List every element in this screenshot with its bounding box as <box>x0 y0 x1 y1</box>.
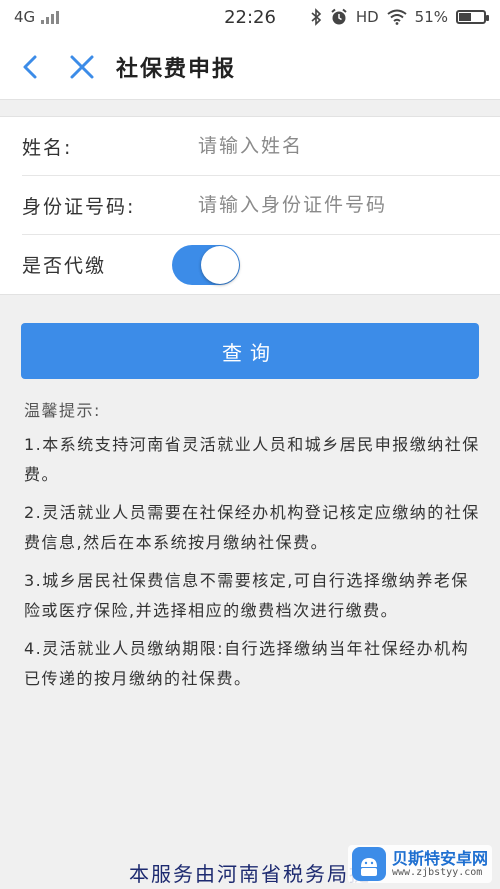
id-label: 身份证号码: <box>22 195 136 218</box>
battery-fill <box>459 13 471 21</box>
watermark-logo-icon <box>351 847 386 881</box>
alarm-icon <box>331 8 347 25</box>
watermark-text: 贝斯特安卓网 www.zjbstyy.com <box>392 850 488 879</box>
watermark-url: www.zjbstyy.com <box>391 867 483 879</box>
watermark-name: 贝斯特安卓网 <box>391 848 488 868</box>
proxy-payment-toggle[interactable] <box>172 244 240 285</box>
status-right: HD 51% <box>310 8 489 26</box>
bluetooth-icon <box>311 8 321 26</box>
battery-percent: 51% <box>414 8 448 26</box>
tip-item: 2.灵活就业人员需要在社保经办机构登记核定应缴纳的社保费信息,然后在本系统按月缴… <box>24 503 480 552</box>
wifi-icon <box>387 9 407 25</box>
status-time: 22:26 <box>224 6 276 28</box>
page-title: 社保费申报 <box>116 56 237 82</box>
status-bar: 4G 22:26 HD 51% <box>0 0 500 34</box>
android-icon <box>360 858 377 876</box>
signal-icon <box>41 10 60 24</box>
tip-item: 3.城乡居民社保费信息不需要核定,可自行选择缴纳养老保险或医疗保险,并选择相应的… <box>24 571 469 620</box>
network-label: 4G <box>14 8 36 26</box>
close-button[interactable] <box>56 41 108 93</box>
name-input[interactable] <box>198 135 500 157</box>
tips-section: 温馨提示: 1.本系统支持河南省灵活就业人员和城乡居民申报缴纳社保费。 2.灵活… <box>24 396 486 702</box>
tips-title: 温馨提示: <box>24 401 101 420</box>
watermark: 贝斯特安卓网 www.zjbstyy.com <box>347 845 492 883</box>
tip-item: 1.本系统支持河南省灵活就业人员和城乡居民申报缴纳社保费。 <box>24 435 480 484</box>
chevron-left-icon <box>23 55 37 78</box>
name-row: 姓名: <box>22 117 500 176</box>
id-row: 身份证号码: <box>22 176 500 235</box>
battery-icon <box>456 10 489 24</box>
status-left: 4G <box>14 8 60 26</box>
nav-header: 社保费申报 <box>0 34 500 100</box>
query-button[interactable]: 查询 <box>21 323 479 379</box>
hd-label: HD <box>355 8 379 26</box>
declaration-form: 姓名: 身份证号码: 是否代缴 <box>0 116 500 295</box>
id-number-input[interactable] <box>198 194 500 216</box>
toggle-knob <box>201 245 239 284</box>
proxy-row: 是否代缴 <box>22 235 500 294</box>
name-label: 姓名: <box>22 136 73 159</box>
tip-item: 4.灵活就业人员缴纳期限:自行选择缴纳当年社保经办机构已传递的按月缴纳的社保费。 <box>24 639 470 688</box>
close-icon <box>70 55 94 78</box>
back-button[interactable] <box>4 41 56 93</box>
